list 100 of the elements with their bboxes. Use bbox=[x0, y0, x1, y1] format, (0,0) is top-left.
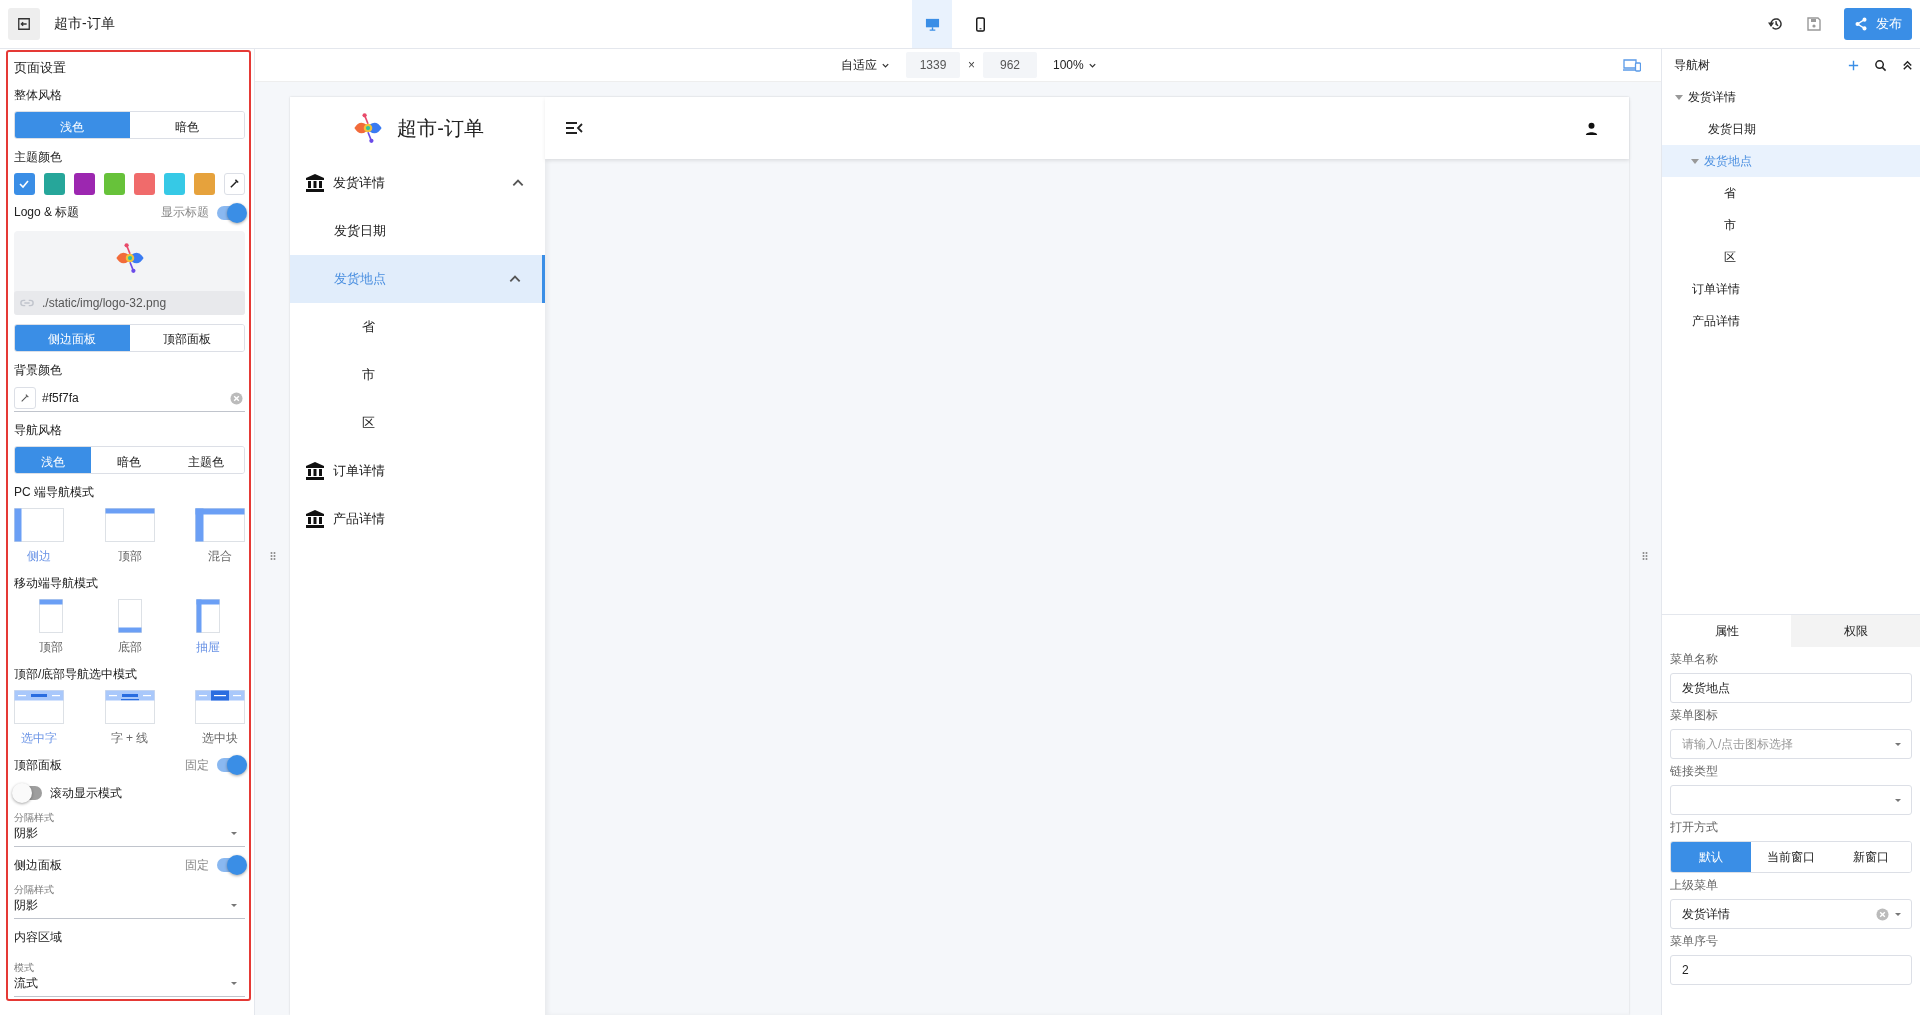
layout-option[interactable]: 选中块 bbox=[195, 690, 245, 747]
field-value: 阴影 bbox=[14, 825, 39, 842]
toggle-switch[interactable] bbox=[217, 758, 245, 772]
layout-diagram bbox=[104, 690, 155, 724]
layout-diagram bbox=[14, 690, 64, 724]
layout-diagram bbox=[14, 508, 64, 542]
select-field[interactable] bbox=[1670, 785, 1912, 815]
color-swatch[interactable] bbox=[193, 172, 215, 195]
color-swatch[interactable] bbox=[73, 172, 95, 195]
tree-item[interactable]: 省 bbox=[1662, 177, 1920, 209]
color-swatch[interactable] bbox=[103, 172, 125, 195]
tab[interactable]: 权限 bbox=[1791, 615, 1920, 647]
color-swatch[interactable] bbox=[133, 172, 155, 195]
responsive-icon[interactable] bbox=[1623, 58, 1641, 72]
menu-item[interactable]: 区 bbox=[290, 399, 545, 447]
toggle-switch[interactable] bbox=[14, 786, 42, 800]
color-swatch[interactable] bbox=[14, 172, 35, 195]
save-icon[interactable] bbox=[1806, 16, 1822, 32]
select-field[interactable]: 分隔样式 阴影 bbox=[14, 877, 245, 919]
toggle-label: 显示标题 bbox=[161, 204, 209, 222]
bank-icon bbox=[305, 509, 325, 529]
section-label: 移动端导航模式 bbox=[14, 575, 99, 592]
field-value: 阴影 bbox=[14, 897, 39, 914]
add-icon[interactable] bbox=[1847, 58, 1860, 72]
select-field[interactable]: 模式 流式 bbox=[14, 955, 245, 997]
tree-item[interactable]: 发货日期 bbox=[1662, 113, 1920, 145]
history-icon[interactable] bbox=[1768, 16, 1784, 32]
tree-item[interactable]: 区 bbox=[1662, 241, 1920, 273]
layout-diagram bbox=[195, 508, 245, 542]
section-label: Logo & 标题 bbox=[14, 204, 80, 222]
menu-item[interactable]: 订单详情 bbox=[290, 447, 545, 495]
menu-item[interactable]: 市 bbox=[290, 351, 545, 399]
toggle-switch[interactable] bbox=[217, 205, 245, 220]
menu-item[interactable]: 发货日期 bbox=[290, 207, 545, 255]
drag-handle-icon[interactable] bbox=[269, 551, 276, 561]
layout-option[interactable]: 混合 bbox=[195, 508, 245, 565]
tree-item[interactable]: 发货详情 bbox=[1662, 81, 1920, 113]
section-label: PC 端导航模式 bbox=[14, 484, 95, 501]
section-label: 导航风格 bbox=[14, 422, 63, 440]
eyedropper-icon bbox=[228, 178, 240, 190]
text-field[interactable]: 2 bbox=[1670, 955, 1912, 985]
collapse-menu-icon[interactable] bbox=[565, 121, 583, 135]
text-field[interactable]: 发货地点 bbox=[1670, 673, 1912, 703]
section-label: 顶部/底部导航选中模式 bbox=[14, 666, 139, 683]
toggle-switch[interactable] bbox=[217, 858, 245, 872]
search-icon[interactable] bbox=[1874, 58, 1887, 72]
layout-option[interactable]: 顶部 bbox=[104, 508, 155, 565]
field-label: 菜单名称 bbox=[1670, 651, 1719, 668]
drag-handle-icon[interactable] bbox=[1642, 551, 1648, 561]
layout-option[interactable]: 字 + 线 bbox=[104, 690, 155, 747]
color-swatch[interactable] bbox=[44, 172, 65, 195]
zoom-dropdown[interactable]: 100% bbox=[1053, 58, 1097, 72]
field-label: 分隔样式 bbox=[14, 811, 54, 825]
share-icon bbox=[1854, 17, 1868, 31]
section-label: 整体风格 bbox=[14, 87, 63, 104]
select-field[interactable]: 发货详情 bbox=[1670, 899, 1912, 929]
desktop-view-button[interactable] bbox=[912, 0, 952, 48]
toggle-label: 滚动显示模式 bbox=[50, 784, 122, 802]
layout-diagram bbox=[104, 508, 155, 542]
panel-title: 页面设置 bbox=[14, 59, 67, 77]
tree-item[interactable]: 产品详情 bbox=[1662, 305, 1920, 337]
menu-item[interactable]: 省 bbox=[290, 303, 545, 351]
height-field[interactable]: 962 bbox=[983, 52, 1037, 78]
color-swatch[interactable] bbox=[163, 172, 185, 195]
field-label: 菜单图标 bbox=[1670, 707, 1719, 724]
section-label: 主题颜色 bbox=[14, 148, 63, 166]
monitor-icon bbox=[924, 16, 940, 32]
times-sign: × bbox=[968, 58, 975, 72]
color-picker-button[interactable] bbox=[223, 172, 245, 195]
select-field[interactable]: 分隔样式 阴影 bbox=[14, 805, 245, 847]
section-label: 侧边面板 bbox=[14, 856, 62, 874]
layout-option[interactable]: 底部 bbox=[104, 599, 155, 656]
clear-icon[interactable] bbox=[230, 391, 243, 405]
tree-item[interactable]: 订单详情 bbox=[1662, 273, 1920, 305]
layout-diagram bbox=[39, 599, 63, 633]
field-label: 打开方式 bbox=[1670, 819, 1719, 836]
field-label: 上级菜单 bbox=[1670, 877, 1719, 894]
tree-item[interactable]: 市 bbox=[1662, 209, 1920, 241]
section-label: 内容区域 bbox=[14, 929, 63, 946]
color-field[interactable]: #f5f7fa bbox=[14, 385, 245, 413]
collapse-all-icon[interactable] bbox=[1901, 58, 1914, 72]
panel-title: 导航树 bbox=[1674, 56, 1710, 74]
layout-option[interactable]: 顶部 bbox=[26, 599, 76, 656]
field-label: 菜单序号 bbox=[1670, 933, 1719, 950]
eyedropper-icon bbox=[20, 393, 30, 404]
exit-icon bbox=[17, 17, 31, 31]
layout-diagram bbox=[117, 599, 142, 633]
field-label: 链接类型 bbox=[1670, 763, 1719, 780]
page-title: 超市-订单 bbox=[54, 15, 115, 33]
field-label: 分隔样式 bbox=[14, 883, 54, 897]
layout-diagram bbox=[196, 599, 220, 633]
menu-item[interactable]: 发货详情 bbox=[290, 159, 545, 207]
logo-path-field[interactable]: ./static/img/logo-32.png bbox=[14, 290, 245, 315]
exit-button[interactable] bbox=[8, 8, 40, 40]
user-icon[interactable] bbox=[1584, 120, 1599, 136]
fit-dropdown[interactable]: 自适应 bbox=[841, 56, 890, 74]
menu-item[interactable]: 产品详情 bbox=[290, 495, 545, 543]
layout-diagram bbox=[195, 690, 245, 724]
clear-icon[interactable] bbox=[1876, 907, 1889, 921]
width-field[interactable]: 1339 bbox=[906, 52, 960, 78]
